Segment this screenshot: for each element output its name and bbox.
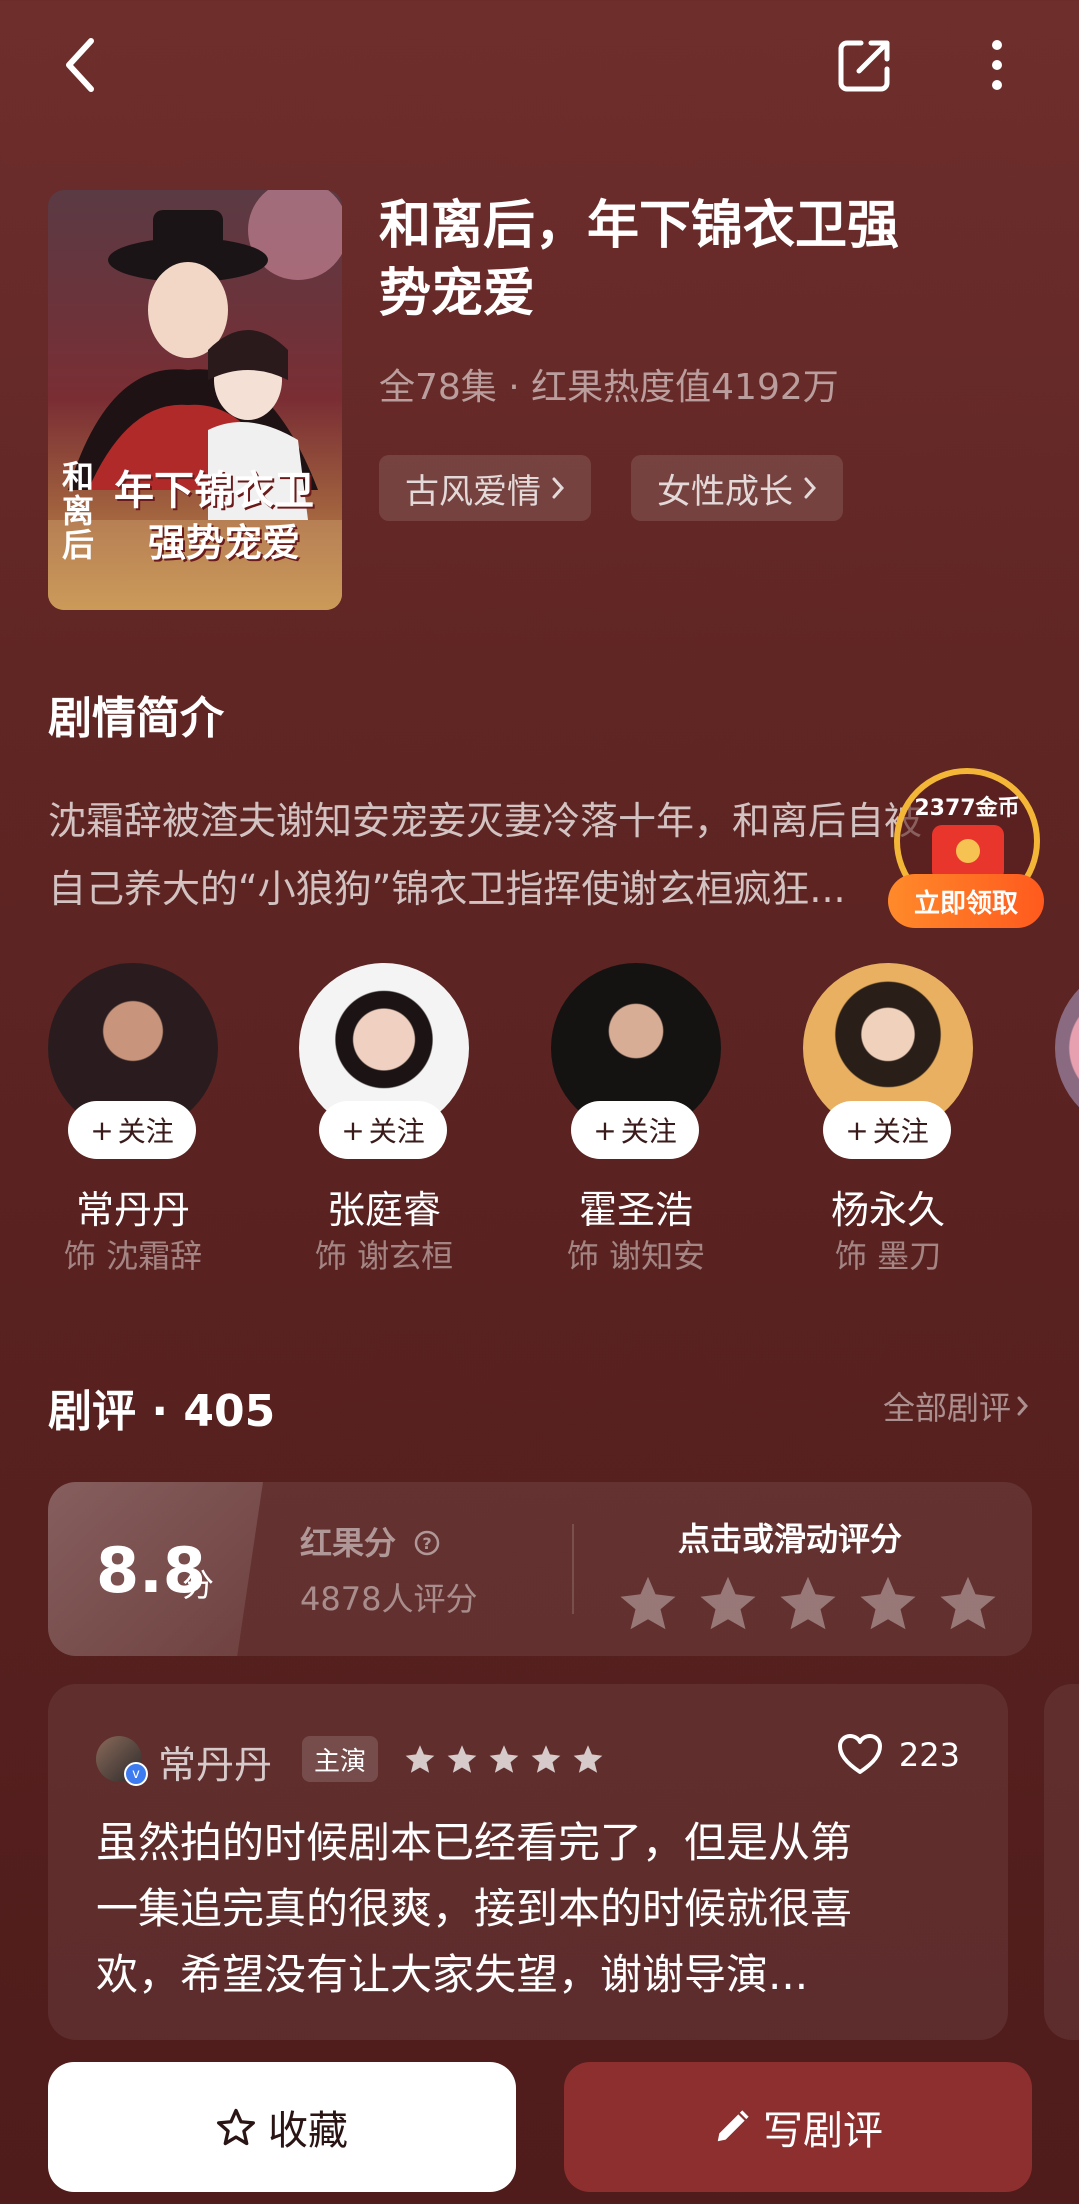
- star-icon[interactable]: [858, 1574, 918, 1632]
- follow-button[interactable]: + 关注: [823, 1101, 951, 1159]
- chevron-right-icon: [804, 477, 817, 499]
- cast-role: 饰 墨刀: [834, 1237, 942, 1275]
- follow-button[interactable]: + 关注: [571, 1101, 699, 1159]
- cast-role: 饰 谢玄桓: [314, 1237, 454, 1275]
- red-packet-icon: [932, 825, 1004, 881]
- help-icon[interactable]: ?: [413, 1529, 441, 1557]
- follow-label: 关注: [620, 1115, 677, 1148]
- cast-role: 饰 沈霜辞: [63, 1237, 203, 1275]
- score-unit: 分: [182, 1566, 215, 1604]
- synopsis-heading: 剧情简介: [48, 693, 224, 744]
- heart-icon: [837, 1734, 882, 1774]
- star-icon[interactable]: [618, 1574, 678, 1632]
- drama-meta: 全78集 · 红果热度值4192万: [379, 367, 839, 408]
- plus-icon: +: [593, 1113, 617, 1147]
- plus-icon: +: [845, 1113, 869, 1147]
- rater-count: 4878人评分: [300, 1580, 478, 1618]
- more-button[interactable]: [962, 30, 1032, 100]
- divider: [572, 1524, 574, 1614]
- plus-icon: +: [90, 1113, 114, 1147]
- like-count: 223: [898, 1736, 960, 1774]
- lead-actor-badge: 主演: [302, 1736, 379, 1782]
- tag-female-growth[interactable]: 女性成长: [631, 455, 843, 521]
- tag-label: 古风爱情: [405, 471, 541, 512]
- rating-card: 8.8 分 红果分 ? 4878人评分 点击或滑动评分: [48, 1482, 1032, 1656]
- svg-text:?: ?: [423, 1534, 432, 1553]
- chevron-right-icon: [1017, 1396, 1028, 1416]
- collect-button[interactable]: 收藏: [48, 2062, 516, 2192]
- like-button[interactable]: 223: [837, 1734, 960, 1776]
- follow-button[interactable]: + 关注: [319, 1101, 447, 1159]
- comment-line: 欢，希望没有让大家失望，谢谢导演...: [96, 1950, 809, 1999]
- write-review-label: 写剧评: [763, 2108, 883, 2154]
- drama-title: 和离后，年下锦衣卫强 势宠爱: [379, 192, 1019, 328]
- plus-icon: +: [341, 1113, 365, 1147]
- cast-name: 霍圣浩: [578, 1188, 693, 1232]
- more-vertical-icon: [992, 40, 1002, 90]
- cast-name: 张庭睿: [326, 1188, 441, 1232]
- coin-amount: 2377金币: [914, 796, 1020, 821]
- synopsis-line: 沈霜辞被渣夫谢知安宠妾灭妻冷落十年，和离后自被: [48, 799, 923, 843]
- avatar: [1055, 963, 1079, 1133]
- star-icon: [531, 1745, 561, 1773]
- comment-text: 虽然拍的时候剧本已经看完了，但是从第 一集追完真的很爽，接到本的时候就很喜 欢，…: [96, 1810, 976, 2008]
- cast-role: 饰 谢知安: [566, 1237, 706, 1275]
- poster-title-main: 年下锦衣卫: [114, 467, 314, 514]
- drama-poster[interactable]: 和离后 年下锦衣卫 强势宠爱: [48, 190, 342, 610]
- back-button[interactable]: [46, 30, 116, 100]
- reviews-heading: 剧评 · 405: [48, 1386, 276, 1437]
- collect-label: 收藏: [268, 2108, 348, 2154]
- follow-label: 关注: [872, 1115, 929, 1148]
- star-outline-icon: [217, 2108, 255, 2146]
- claim-button[interactable]: 立即领取: [888, 874, 1044, 928]
- tag-label: 女性成长: [657, 471, 793, 512]
- cast-member[interactable]: 饰: [1055, 963, 1079, 1133]
- follow-button[interactable]: + 关注: [68, 1101, 196, 1159]
- star-icon[interactable]: [938, 1574, 998, 1632]
- all-reviews-link[interactable]: 全部剧评: [883, 1383, 1029, 1429]
- cast-name: 常丹丹: [75, 1188, 190, 1232]
- cast-member[interactable]: + 关注 霍圣浩 饰 谢知安: [551, 963, 721, 1275]
- star-icon: [447, 1745, 477, 1773]
- chevron-right-icon: [552, 477, 565, 499]
- score-label-text: 红果分: [300, 1524, 397, 1562]
- cast-member[interactable]: + 关注 张庭睿 饰 谢玄桓: [299, 963, 469, 1275]
- comment-card-next[interactable]: [1044, 1684, 1079, 2040]
- poster-title-vertical: 和离后: [62, 458, 95, 564]
- comment-card[interactable]: v 常丹丹 主演 223 虽然拍的时候剧本已经看完了，但是从第 一集追完真的很爽…: [48, 1684, 1008, 2040]
- poster-title-sub: 强势宠爱: [148, 520, 301, 565]
- share-button[interactable]: [830, 30, 900, 100]
- share-external-icon: [838, 40, 890, 92]
- star-icon: [489, 1745, 519, 1773]
- pencil-icon: [717, 2110, 749, 2142]
- tag-ancient-romance[interactable]: 古风爱情: [379, 455, 591, 521]
- star-icon[interactable]: [698, 1574, 758, 1632]
- star-icon: [573, 1745, 603, 1773]
- follow-label: 关注: [117, 1115, 174, 1148]
- follow-label: 关注: [368, 1115, 425, 1148]
- star-icon: [405, 1745, 435, 1773]
- star-icon[interactable]: [778, 1574, 838, 1632]
- write-review-button[interactable]: 写剧评: [564, 2062, 1032, 2192]
- cast-member[interactable]: + 关注 常丹丹 饰 沈霜辞: [48, 963, 218, 1275]
- comment-line: 虽然拍的时候剧本已经看完了，但是从第: [96, 1818, 853, 1867]
- comment-line: 一集追完真的很爽，接到本的时候就很喜: [96, 1884, 853, 1933]
- rate-prompt: 点击或滑动评分: [678, 1520, 903, 1558]
- cast-member[interactable]: + 关注 杨永久 饰 墨刀: [803, 963, 973, 1275]
- drama-title-line: 和离后，年下锦衣卫强: [379, 196, 900, 256]
- comment-rating: [404, 1744, 604, 1774]
- verified-icon: v: [124, 1762, 148, 1786]
- score-label: 红果分 ?: [300, 1518, 441, 1564]
- chevron-left-icon: [66, 38, 94, 92]
- drama-title-line: 势宠爱: [379, 264, 536, 324]
- cast-name: 杨永久: [830, 1188, 945, 1232]
- rating-stars-input[interactable]: [618, 1574, 998, 1632]
- comment-author: 常丹丹: [158, 1743, 273, 1787]
- all-reviews-label: 全部剧评: [882, 1389, 1011, 1427]
